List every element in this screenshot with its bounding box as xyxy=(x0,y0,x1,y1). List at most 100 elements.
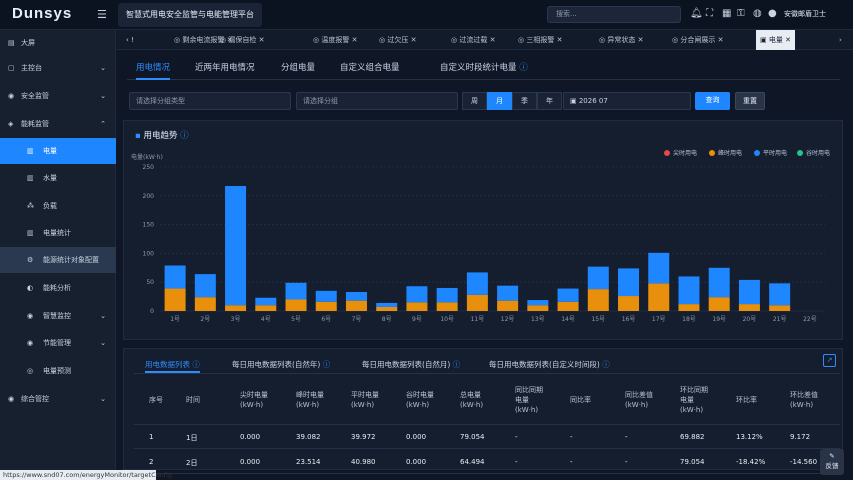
table-tab[interactable]: 用电数据列表 ⓘ xyxy=(145,359,200,373)
subtab-item[interactable]: 自定义组合电量 xyxy=(340,58,400,80)
bar-segment xyxy=(406,286,428,303)
sidebar-item[interactable]: ◈ 能耗监管 ⌃ xyxy=(0,111,116,137)
tab-close-icon[interactable]: ✕ xyxy=(487,36,496,44)
tab-close-icon[interactable]: ✕ xyxy=(349,36,358,44)
info-icon[interactable]: ⓘ xyxy=(450,360,461,369)
info-icon[interactable]: ⓘ xyxy=(190,360,200,369)
bar-segment xyxy=(345,300,367,311)
chevron-icon: ⌄ xyxy=(100,339,106,347)
sidebar-item-icon: ◈ xyxy=(8,120,14,128)
user-avatar-icon[interactable]: ● xyxy=(768,8,777,19)
period-2-button[interactable]: 季 xyxy=(512,92,537,110)
sidebar-item[interactable]: ▤ 大屏 xyxy=(0,30,116,56)
sidebar-item[interactable]: ▥ 电量统计 xyxy=(0,220,116,246)
table-tab-label: 每日用电数据列表(自然月) xyxy=(362,360,451,369)
bar-segment xyxy=(648,283,670,311)
feedback-button[interactable]: ✎ 反馈 xyxy=(820,449,844,475)
subtab-item[interactable]: 自定义时段统计电量 ⓘ xyxy=(440,58,528,80)
x-tick-label: 20号 xyxy=(743,316,757,323)
table-cell: 64.494 xyxy=(460,458,485,466)
feedback-label: 反馈 xyxy=(825,462,839,470)
tab-close-icon[interactable]: ✕ xyxy=(554,36,563,44)
date-picker[interactable]: ▣ 2026 07 xyxy=(563,92,691,110)
tab-label: 过欠压 xyxy=(387,36,409,44)
tab-scroll-left-icon[interactable]: ‹ ! xyxy=(126,30,134,50)
subtab-label: 分组电量 xyxy=(281,63,316,73)
sidebar-item-label: 安全监管 xyxy=(21,92,49,100)
sidebar-item[interactable]: ▥ 水量 xyxy=(0,165,116,191)
tab-item[interactable]: ◎ 漏保自检 ✕ xyxy=(220,30,264,50)
table-header: 同比同期 电量 (kW·h) xyxy=(515,386,543,414)
tab-close-icon[interactable]: ✕ xyxy=(256,36,265,44)
tab-item[interactable]: ◎ 过欠压 ✕ xyxy=(379,30,416,50)
table-cell: 0.000 xyxy=(406,433,427,441)
table-cell: - xyxy=(515,458,518,466)
query-button[interactable]: 查询 xyxy=(695,92,730,110)
sidebar-item[interactable]: ◉ 节能管理 ⌄ xyxy=(0,330,116,356)
sidebar-item[interactable]: ◉ 安全监管 ⌄ xyxy=(0,83,116,109)
bar-segment xyxy=(194,297,216,311)
sidebar-item-label: 电量 xyxy=(43,147,57,155)
search-input[interactable]: 搜索... xyxy=(547,6,681,23)
menu-toggle-icon[interactable]: ☰ xyxy=(97,8,107,21)
table-cell: - xyxy=(625,433,628,441)
tab-item[interactable]: ◎ 异常状态 ✕ xyxy=(599,30,643,50)
info-icon[interactable]: ⓘ xyxy=(320,360,331,369)
table-tab[interactable]: 每日用电数据列表(自定义时间段) ⓘ xyxy=(489,359,610,373)
group-select[interactable]: 请选择分组 xyxy=(296,92,458,110)
table-tab[interactable]: 每日用电数据列表(自然年) ⓘ xyxy=(232,359,330,373)
bar-segment xyxy=(345,291,367,301)
sidebar-item[interactable]: ⁂ 负载 xyxy=(0,193,116,219)
tab-close-icon[interactable]: ✕ xyxy=(408,36,417,44)
globe-icon[interactable]: ◍ xyxy=(753,8,762,19)
table-tab[interactable]: 每日用电数据列表(自然月) ⓘ xyxy=(362,359,460,373)
subtab-item[interactable]: 分组电量 xyxy=(281,58,315,80)
period-1-button[interactable]: 月 xyxy=(487,92,512,110)
info-icon[interactable]: ⓘ xyxy=(177,131,189,141)
sidebar-item[interactable]: ◉ 智慧监控 ⌄ xyxy=(0,303,116,329)
reset-button[interactable]: 重置 xyxy=(735,92,765,110)
tab-close-icon[interactable]: ✕ xyxy=(783,36,791,44)
tab-close-icon[interactable]: ✕ xyxy=(715,36,724,44)
sidebar-item[interactable]: ◎ 电量预测 xyxy=(0,358,116,384)
sidebar-item[interactable]: ▥ 电量 xyxy=(0,138,116,164)
chart-toggle-icon[interactable]: ↗ xyxy=(823,354,836,367)
tab-label: 分合闸展示 xyxy=(680,36,716,44)
x-tick-label: 11号 xyxy=(471,316,485,323)
sidebar-item[interactable]: ⚙ 能源统计对象配置 xyxy=(0,247,116,273)
period-3-button[interactable]: 年 xyxy=(537,92,562,110)
tab-item[interactable]: ◎ 分合闸展示 ✕ xyxy=(672,30,723,50)
grid-icon[interactable]: ▦ xyxy=(722,8,731,19)
tab-item[interactable]: ◎ 三相报警 ✕ xyxy=(518,30,562,50)
info-icon[interactable]: ⓘ xyxy=(600,360,610,369)
sidebar-item-label: 智慧监控 xyxy=(43,312,71,320)
group-type-select[interactable]: 请选择分组类型 xyxy=(129,92,291,110)
tab-item[interactable]: ◎ 温度报警 ✕ xyxy=(313,30,357,50)
tab-label: 电量 xyxy=(768,36,783,44)
bar-segment xyxy=(587,289,609,311)
lock-icon[interactable]: ⚿ xyxy=(737,8,745,19)
table-cell: 13.12% xyxy=(736,433,763,441)
sidebar-item[interactable]: ▢ 主控台 ⌄ xyxy=(0,55,116,81)
table-header: 序号 xyxy=(149,396,163,404)
subtab-item[interactable]: 近两年用电情况 xyxy=(195,58,255,80)
sidebar-item[interactable]: ◉ 综合管控 ⌄ xyxy=(0,386,116,412)
table-cell: 39.972 xyxy=(351,433,376,441)
table-cell: 69.882 xyxy=(680,433,705,441)
tab-close-icon[interactable]: ✕ xyxy=(635,36,644,44)
bar-segment xyxy=(497,300,519,311)
user-name[interactable]: 安徽邮盾卫士 xyxy=(784,9,826,19)
period-0-button[interactable]: 周 xyxy=(462,92,487,110)
sidebar-item-label: 大屏 xyxy=(21,39,35,47)
table-header: 总电量 (kW·h) xyxy=(460,391,484,409)
subtab-item[interactable]: 用电情况 xyxy=(136,58,171,80)
tab-item[interactable]: ◎ 过流过载 ✕ xyxy=(451,30,495,50)
fullscreen-icon[interactable]: ⛶ xyxy=(706,8,713,19)
tab-item[interactable]: ▣ 电量 ✕ xyxy=(756,30,795,50)
sidebar-item[interactable]: ◐ 能耗分析 xyxy=(0,275,116,301)
info-icon[interactable]: ⓘ xyxy=(517,63,528,73)
bar-segment xyxy=(678,304,700,311)
bell-icon[interactable]: 🔔︎ xyxy=(690,8,703,19)
tab-scroll-right-icon[interactable]: › xyxy=(839,30,842,50)
table-cell: 1日 xyxy=(186,434,198,442)
